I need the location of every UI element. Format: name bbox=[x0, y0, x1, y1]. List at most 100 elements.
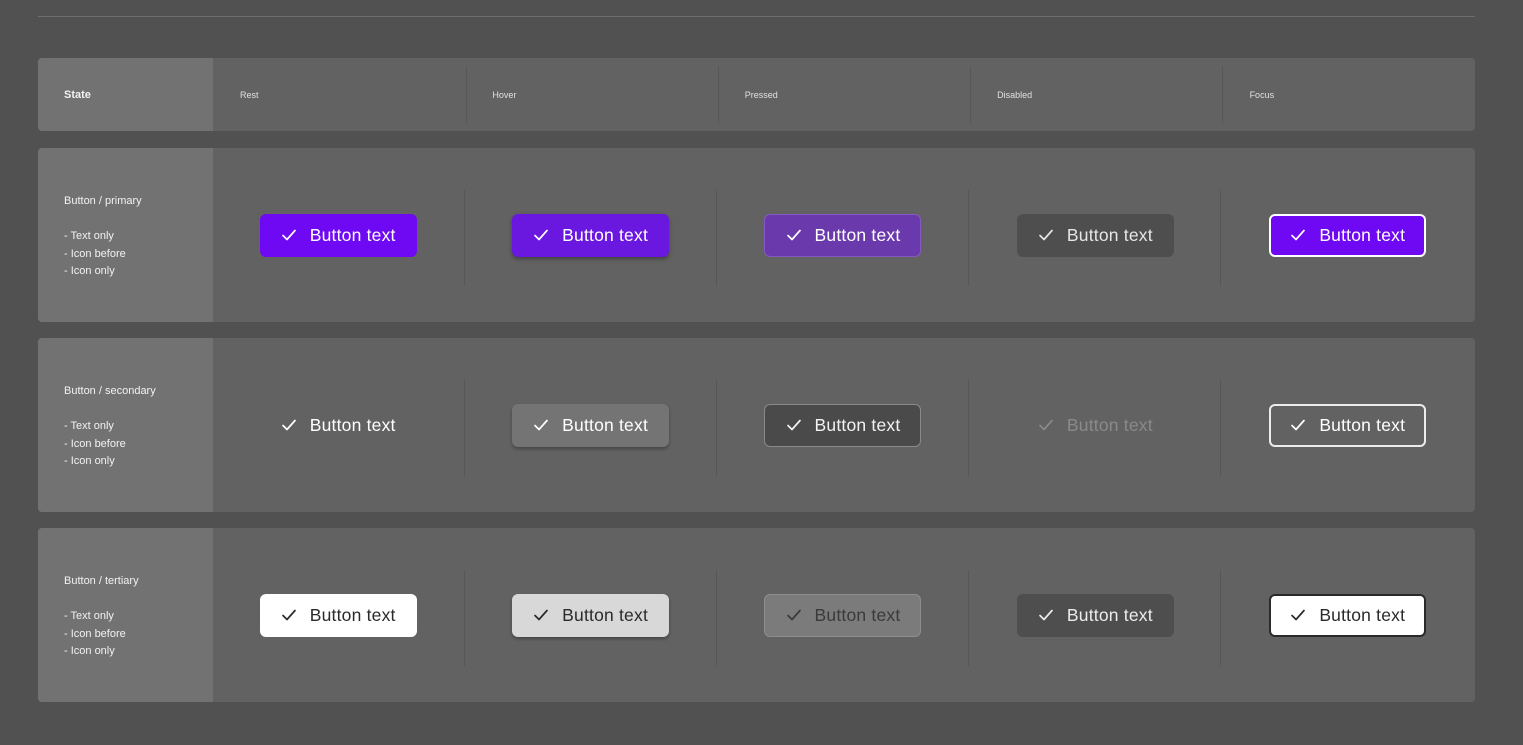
button-label: Button text bbox=[1066, 604, 1153, 625]
header-disabled: Disabled bbox=[997, 89, 1033, 100]
row-primary: Button / primary - Text only - Icon befo… bbox=[38, 148, 1475, 322]
cell-divider bbox=[464, 570, 465, 666]
cell-focus: Button text bbox=[1223, 148, 1475, 322]
cell-disabled: Button text bbox=[970, 528, 1222, 702]
header-hover: Hover bbox=[492, 89, 517, 100]
variant-text-only: - Text only bbox=[64, 420, 114, 432]
variant-icon-before: - Icon before bbox=[64, 627, 126, 640]
check-icon bbox=[534, 229, 548, 241]
primary-rest-button[interactable]: Button text bbox=[259, 213, 417, 257]
check-icon bbox=[534, 419, 548, 431]
variant-text-only: - Text only bbox=[64, 610, 114, 622]
button-label: Button text bbox=[562, 604, 649, 625]
cell-divider bbox=[968, 380, 969, 476]
cell-divider bbox=[716, 190, 717, 286]
check-icon bbox=[1291, 229, 1306, 241]
check-icon bbox=[281, 609, 296, 621]
cell-rest: Button text bbox=[213, 148, 465, 322]
cell-divider bbox=[1220, 380, 1221, 476]
top-divider bbox=[38, 16, 1475, 17]
tertiary-disabled-button: Button text bbox=[1016, 593, 1174, 637]
button-label: Button text bbox=[814, 604, 901, 625]
check-icon bbox=[281, 229, 296, 241]
cell-pressed: Button text bbox=[718, 528, 970, 702]
tertiary-rest-button[interactable]: Button text bbox=[259, 593, 417, 637]
primary-hover-button[interactable]: Button text bbox=[512, 213, 670, 257]
secondary-focus-button[interactable]: Button text bbox=[1269, 403, 1427, 447]
row-label: Button / secondary - Text only - Icon be… bbox=[38, 338, 213, 512]
cell-divider bbox=[968, 570, 969, 666]
state-header-label: State bbox=[38, 58, 213, 131]
variant-icon-before: - Icon before bbox=[64, 247, 126, 260]
cell-divider bbox=[1220, 570, 1221, 666]
cell-divider bbox=[464, 190, 465, 286]
check-icon bbox=[1039, 229, 1053, 241]
header-divider bbox=[466, 66, 467, 123]
cell-divider bbox=[716, 380, 717, 476]
button-label: Button text bbox=[1066, 224, 1153, 245]
check-icon bbox=[1291, 419, 1306, 431]
primary-disabled-button: Button text bbox=[1016, 213, 1174, 257]
cell-disabled: Button text bbox=[970, 338, 1222, 512]
check-icon bbox=[786, 609, 801, 621]
variant-icon-only: - Icon only bbox=[64, 265, 115, 277]
tertiary-focus-button[interactable]: Button text bbox=[1269, 593, 1427, 637]
secondary-rest-button[interactable]: Button text bbox=[260, 404, 417, 447]
button-label: Button text bbox=[562, 414, 649, 435]
button-label: Button text bbox=[1319, 224, 1406, 245]
state-header-panel: State Rest Hover Pressed Disabled Focus bbox=[38, 58, 1475, 131]
row-tertiary: Button / tertiary - Text only - Icon bef… bbox=[38, 528, 1475, 702]
cell-divider bbox=[1220, 190, 1221, 286]
primary-pressed-button[interactable]: Button text bbox=[764, 213, 922, 257]
variant-icon-only: - Icon only bbox=[64, 455, 115, 467]
header-divider bbox=[970, 66, 971, 123]
cell-focus: Button text bbox=[1223, 338, 1475, 512]
header-divider bbox=[1222, 66, 1223, 123]
variant-icon-only: - Icon only bbox=[64, 645, 115, 657]
tertiary-pressed-button[interactable]: Button text bbox=[764, 593, 922, 637]
button-label: Button text bbox=[814, 224, 901, 245]
cell-pressed: Button text bbox=[718, 338, 970, 512]
button-label: Button text bbox=[309, 224, 396, 245]
check-icon bbox=[1291, 609, 1306, 621]
variant-text-only: - Text only bbox=[64, 230, 114, 242]
check-icon bbox=[786, 419, 801, 431]
check-icon bbox=[1039, 419, 1053, 431]
cell-pressed: Button text bbox=[718, 148, 970, 322]
cell-divider bbox=[968, 190, 969, 286]
row-cells: Button text Button text Button text Butt… bbox=[213, 148, 1475, 322]
header-focus: Focus bbox=[1249, 89, 1275, 100]
row-label: Button / primary - Text only - Icon befo… bbox=[38, 148, 213, 322]
cell-focus: Button text bbox=[1223, 528, 1475, 702]
cell-rest: Button text bbox=[213, 528, 465, 702]
button-label: Button text bbox=[309, 604, 396, 625]
header-pressed: Pressed bbox=[744, 89, 778, 100]
secondary-hover-button[interactable]: Button text bbox=[512, 403, 670, 447]
row-secondary: Button / secondary - Text only - Icon be… bbox=[38, 338, 1475, 512]
check-icon bbox=[786, 229, 801, 241]
cell-hover: Button text bbox=[465, 148, 717, 322]
button-label: Button text bbox=[1319, 414, 1406, 435]
check-icon bbox=[281, 419, 296, 431]
cell-disabled: Button text bbox=[970, 148, 1222, 322]
header-divider bbox=[718, 66, 719, 123]
cell-divider bbox=[464, 380, 465, 476]
button-label: Button text bbox=[309, 414, 396, 435]
button-label: Button text bbox=[562, 224, 649, 245]
primary-focus-button[interactable]: Button text bbox=[1269, 213, 1427, 257]
button-label: Button text bbox=[814, 414, 901, 435]
cell-rest: Button text bbox=[213, 338, 465, 512]
check-icon bbox=[534, 609, 548, 621]
row-title: Button / primary bbox=[64, 195, 142, 207]
secondary-disabled-button: Button text bbox=[1017, 404, 1174, 447]
row-cells: Button text Button text Button text Butt… bbox=[213, 338, 1475, 512]
cell-hover: Button text bbox=[465, 528, 717, 702]
row-title: Button / tertiary bbox=[64, 575, 139, 587]
tertiary-hover-button[interactable]: Button text bbox=[512, 593, 670, 637]
check-icon bbox=[1039, 609, 1053, 621]
button-label: Button text bbox=[1066, 414, 1153, 435]
state-header-cells: Rest Hover Pressed Disabled Focus bbox=[213, 58, 1475, 131]
cell-hover: Button text bbox=[465, 338, 717, 512]
secondary-pressed-button[interactable]: Button text bbox=[764, 403, 922, 447]
variant-icon-before: - Icon before bbox=[64, 437, 126, 450]
